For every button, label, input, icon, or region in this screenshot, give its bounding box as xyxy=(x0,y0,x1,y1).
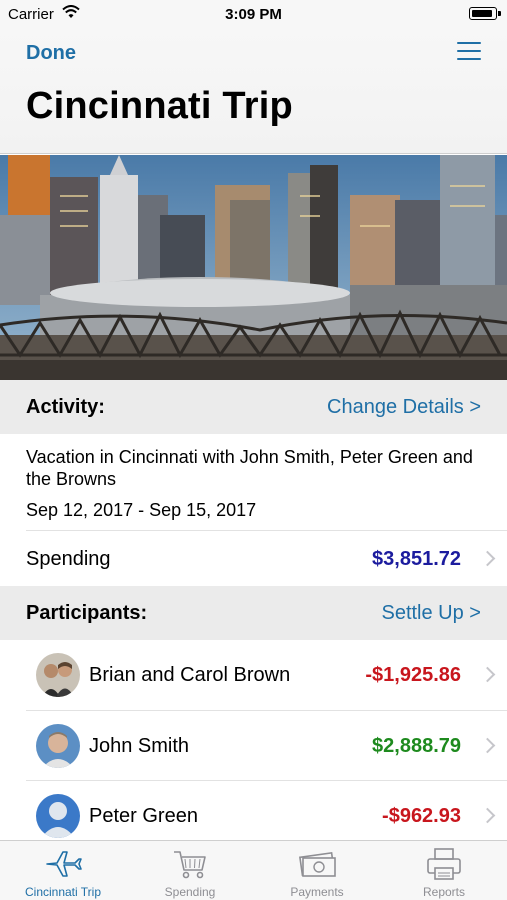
tab-spending[interactable]: Spending xyxy=(127,841,253,900)
spending-row[interactable]: Spending $3,851.72 xyxy=(26,530,507,586)
battery-icon xyxy=(469,7,501,20)
chevron-right-icon xyxy=(479,666,496,683)
avatar xyxy=(36,724,80,768)
shopping-cart-icon xyxy=(174,851,206,879)
activity-section-header: Activity: Change Details > xyxy=(0,380,507,434)
participant-name: Brian and Carol Brown xyxy=(89,664,291,686)
chevron-right-icon xyxy=(479,807,496,823)
participants-label: Participants: xyxy=(26,602,148,624)
participants-section-header: Participants: Settle Up > xyxy=(0,586,507,640)
done-button[interactable]: Done xyxy=(26,42,76,65)
chevron-right-icon xyxy=(479,737,496,753)
tab-label: Spending xyxy=(164,885,216,899)
menu-icon[interactable] xyxy=(457,42,481,62)
trip-photo xyxy=(0,155,507,380)
participant-balance: -$1,925.86 xyxy=(365,664,461,686)
settle-up-link[interactable]: Settle Up > xyxy=(381,602,481,625)
page-title: Cincinnati Trip xyxy=(26,85,293,127)
avatar xyxy=(36,794,80,838)
tab-payments[interactable]: Payments xyxy=(254,841,380,900)
activity-description: Vacation in Cincinnati with John Smith, … xyxy=(26,447,473,489)
change-details-link[interactable]: Change Details > xyxy=(327,396,481,419)
avatar xyxy=(36,653,80,697)
spending-total: $3,851.72 xyxy=(372,548,461,570)
participant-balance: $2,888.79 xyxy=(372,735,461,757)
participant-row[interactable]: Brian and Carol Brown -$1,925.86 xyxy=(26,640,507,710)
participant-balance: -$962.93 xyxy=(382,805,461,827)
printer-icon xyxy=(427,848,461,880)
navigation-header: Done Cincinnati Trip xyxy=(0,30,507,154)
status-bar: Carrier 3:09 PM xyxy=(0,0,507,30)
status-time: 3:09 PM xyxy=(225,6,282,23)
tab-bar: Cincinnati Trip Spending Payments Report… xyxy=(0,840,507,900)
tab-label: Payments xyxy=(290,885,344,899)
spending-label: Spending xyxy=(26,548,111,570)
airplane-icon xyxy=(46,851,82,877)
activity-label: Activity: xyxy=(26,396,105,418)
money-icon xyxy=(298,851,336,877)
tab-reports[interactable]: Reports xyxy=(381,841,507,900)
tab-cincinnati-trip[interactable]: Cincinnati Trip xyxy=(0,841,126,900)
tab-label: Cincinnati Trip xyxy=(24,885,102,899)
activity-dates: Sep 12, 2017 - Sep 15, 2017 xyxy=(26,500,257,520)
participant-name: Peter Green xyxy=(89,805,198,827)
participant-name: John Smith xyxy=(89,735,190,757)
participant-row[interactable]: John Smith $2,888.79 xyxy=(26,710,507,780)
tab-label: Reports xyxy=(422,885,466,899)
chevron-right-icon xyxy=(479,550,496,566)
